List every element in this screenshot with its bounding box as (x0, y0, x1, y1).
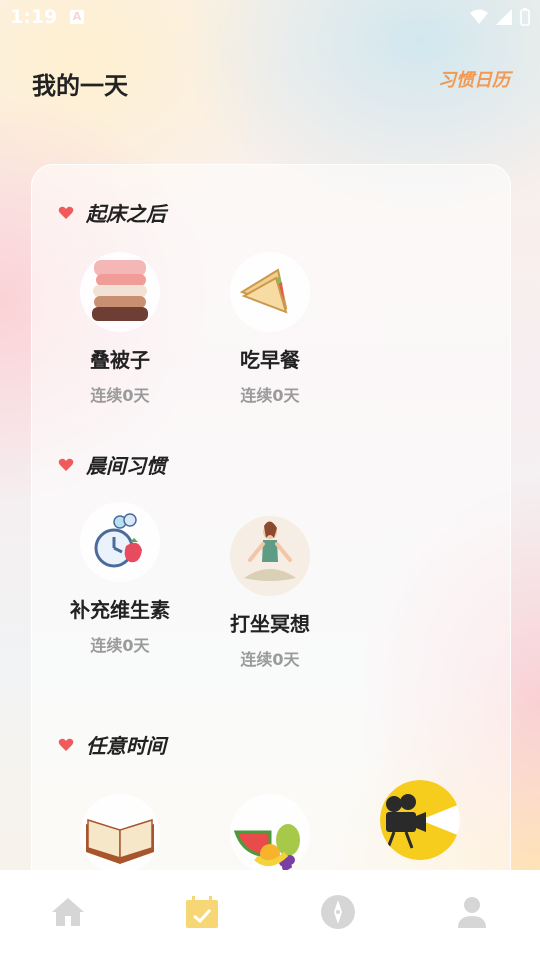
profile-icon[interactable] (452, 892, 492, 932)
bottom-tab-bar (0, 870, 540, 960)
section-header-morning-habits: 晨间习惯 (58, 450, 166, 479)
wifi-icon (470, 9, 488, 24)
habit-item-meditation[interactable]: 打坐冥想 连续0天 (200, 516, 340, 670)
section-header-anytime: 任意时间 (58, 730, 166, 759)
habit-streak: 连续0天 (240, 650, 300, 669)
meditation-icon (230, 516, 310, 596)
compass-icon[interactable] (318, 892, 358, 932)
sandwich-icon (230, 252, 310, 332)
folded-blanket-icon (80, 252, 160, 332)
book-icon (80, 794, 160, 874)
habit-name: 叠被子 (90, 348, 150, 372)
heart-icon (58, 458, 74, 471)
page-title: 我的一天 (32, 72, 128, 100)
habit-name: 打坐冥想 (230, 612, 310, 636)
habit-item-movie[interactable] (350, 780, 490, 860)
section-label: 晨间习惯 (86, 454, 166, 478)
home-icon[interactable] (48, 892, 88, 932)
section-label: 起床之后 (86, 202, 166, 226)
habit-calendar-link[interactable]: 习惯日历 (438, 66, 510, 92)
habit-streak: 连续0天 (90, 386, 150, 405)
vitamin-icon (80, 502, 160, 582)
habit-streak: 连续0天 (240, 386, 300, 405)
habit-item-fruit[interactable] (200, 794, 340, 874)
movie-camera-icon (380, 780, 460, 860)
heart-icon (58, 206, 74, 219)
habit-name: 吃早餐 (240, 348, 300, 372)
fruit-icon (230, 794, 310, 874)
section-label: 任意时间 (86, 734, 166, 758)
signal-icon (496, 9, 512, 25)
notification-icon: A (70, 10, 84, 24)
battery-icon (520, 8, 530, 26)
habit-item-breakfast[interactable]: 吃早餐 连续0天 (200, 252, 340, 406)
habit-item-fold-blanket[interactable]: 叠被子 连续0天 (50, 252, 190, 406)
calendar-icon[interactable] (182, 892, 222, 932)
heart-icon (58, 738, 74, 751)
status-bar: 1:19 A (0, 0, 540, 36)
status-icons (470, 8, 530, 26)
habit-item-reading[interactable] (50, 794, 190, 874)
section-header-after-waking: 起床之后 (58, 198, 166, 227)
habit-item-vitamins[interactable]: 补充维生素 连续0天 (50, 502, 190, 656)
status-time: 1:19 (10, 6, 58, 28)
habit-streak: 连续0天 (90, 636, 150, 655)
habit-name: 补充维生素 (70, 598, 170, 622)
